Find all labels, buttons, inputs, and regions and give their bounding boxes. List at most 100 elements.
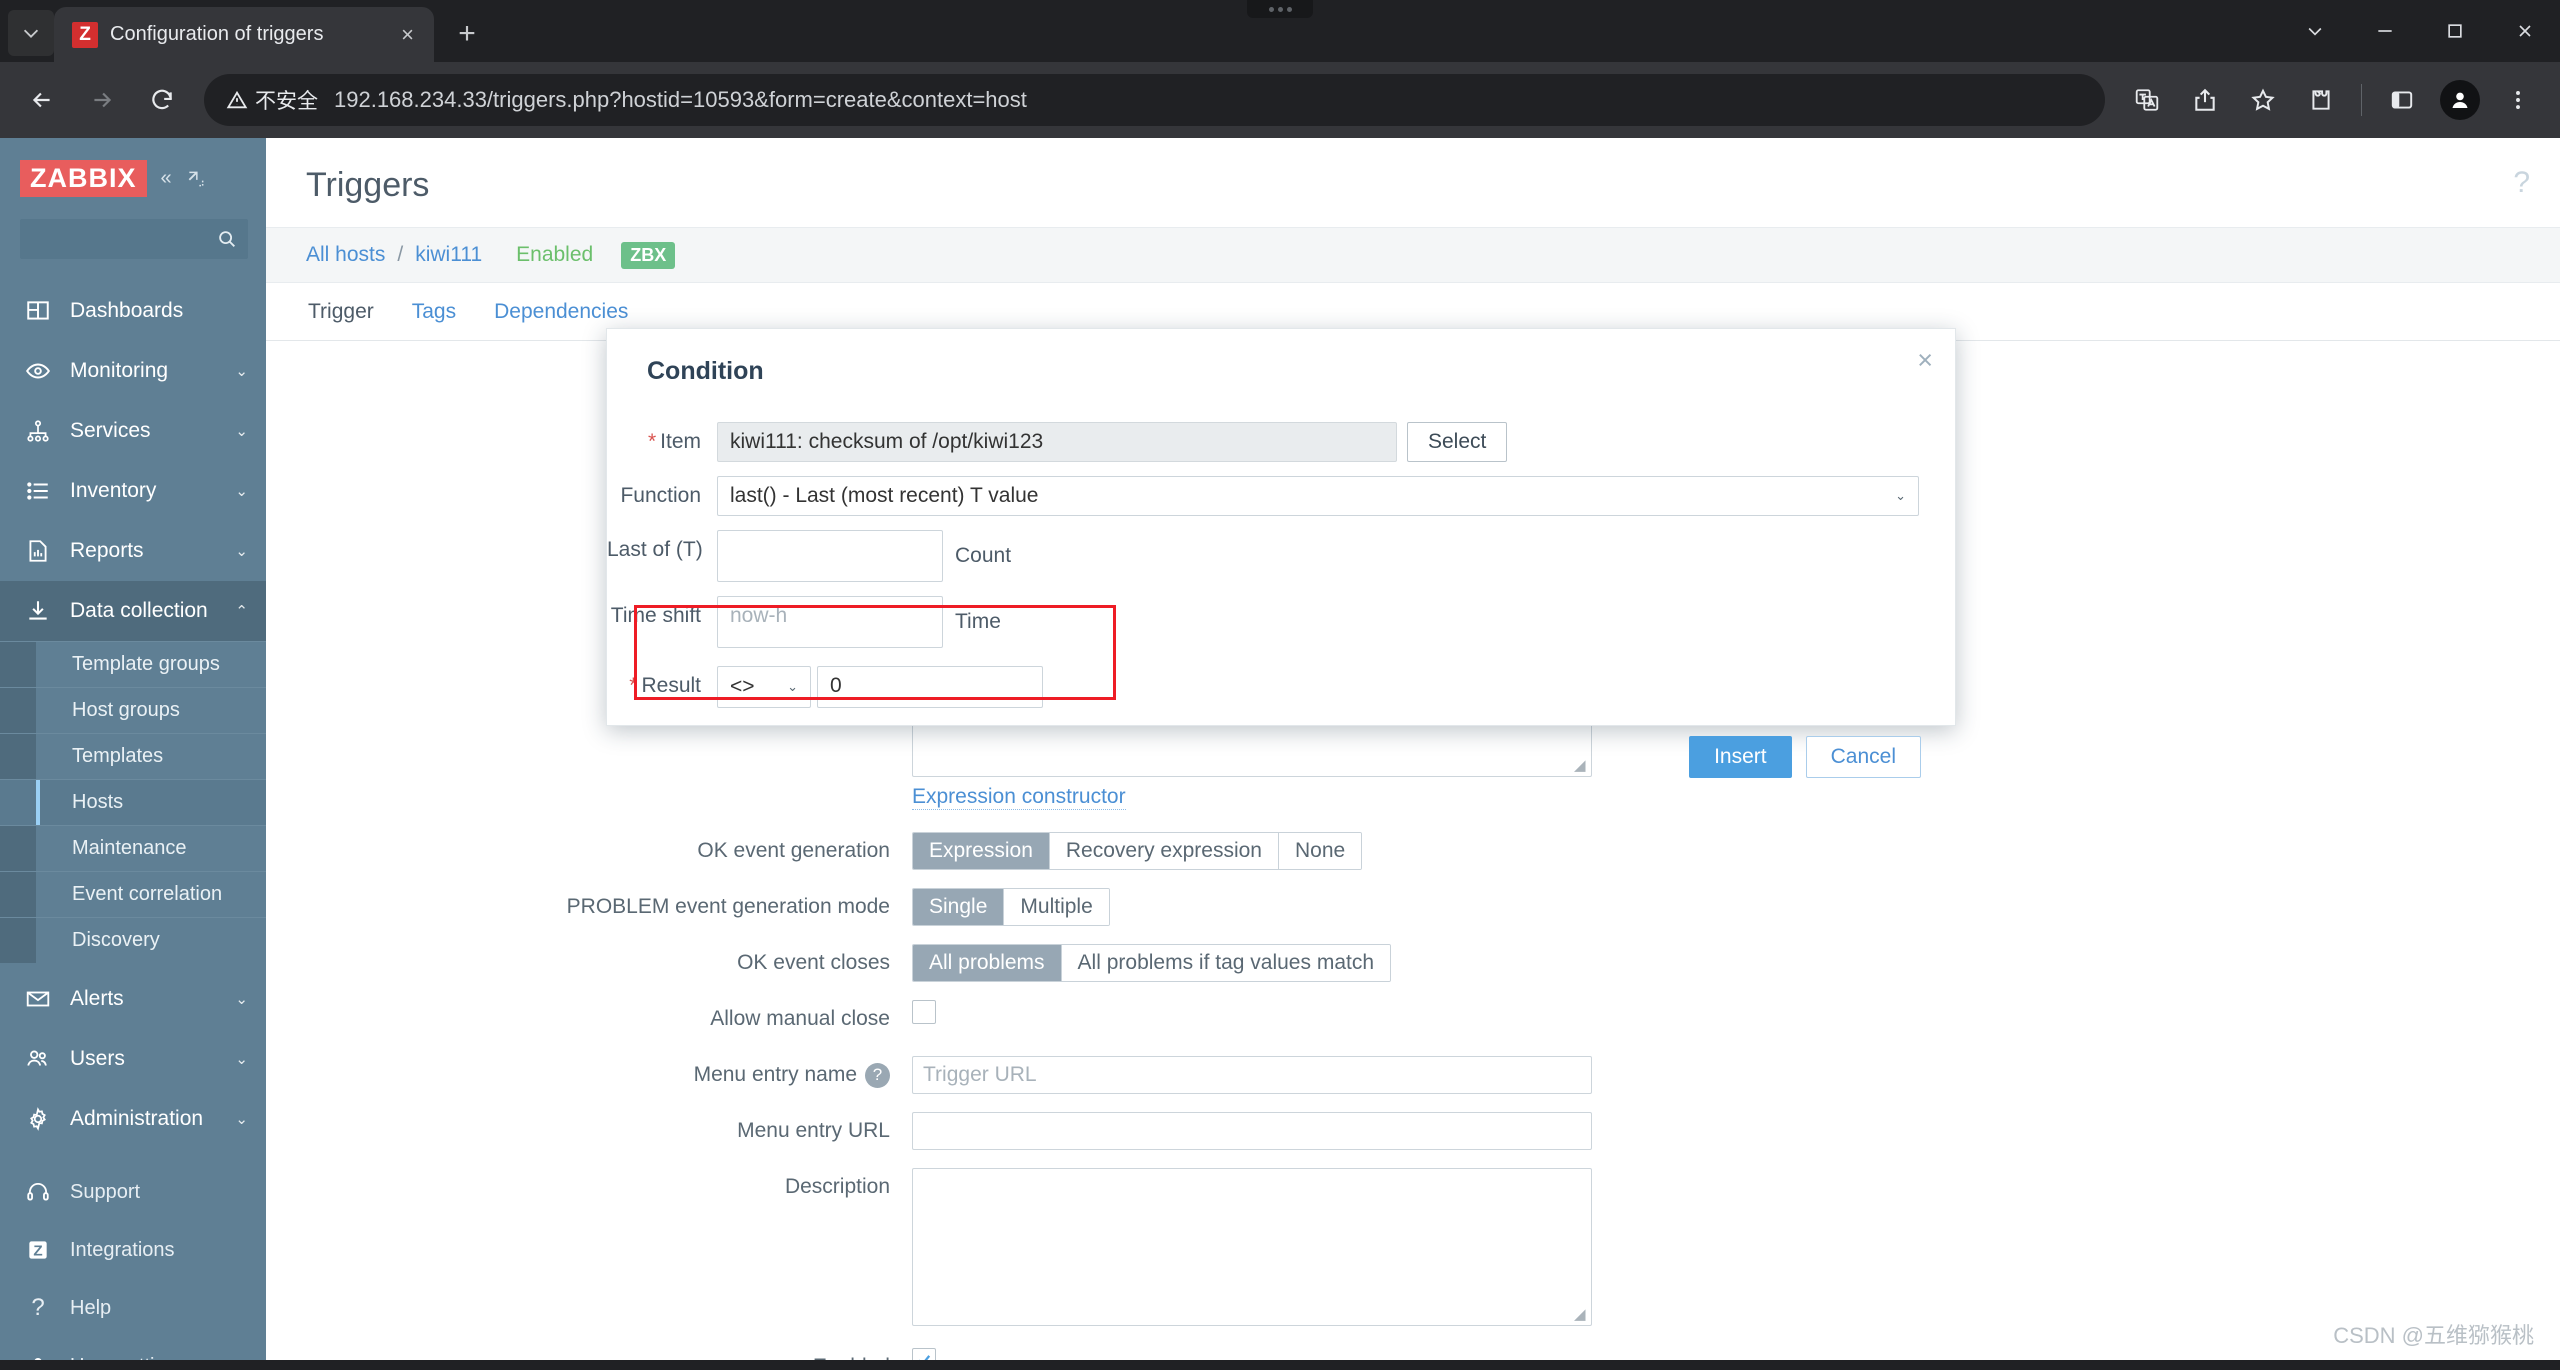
time-shift-input[interactable]: now-h xyxy=(717,596,943,648)
sidebar-item-administration[interactable]: Administration ⌄ xyxy=(0,1089,266,1149)
sidebar-collapse-button[interactable]: « xyxy=(161,167,172,190)
sidebar-item-inventory[interactable]: Inventory ⌄ xyxy=(0,461,266,521)
sidebar-hide-button[interactable] xyxy=(186,169,206,189)
sidebar-item-event-correlation[interactable]: Event correlation xyxy=(0,871,266,917)
label-text: Menu entry name xyxy=(693,1063,857,1086)
security-indicator[interactable]: 不安全 xyxy=(226,85,324,115)
maximize-button[interactable] xyxy=(2420,0,2490,62)
zabbix-sidebar: ZABBIX « Dashboards Monitoring ⌄ Service… xyxy=(0,138,266,1360)
last-of-t-input[interactable] xyxy=(717,530,943,582)
problem-mode-option-single[interactable]: Single xyxy=(913,889,1005,925)
form-row-ok-event-generation: OK event generation Expression Recovery … xyxy=(266,832,2560,870)
search-input[interactable] xyxy=(30,219,216,259)
problem-event-generation-segmented[interactable]: Single Multiple xyxy=(912,888,1110,926)
sidebar-item-data-collection[interactable]: Data collection ⌃ xyxy=(0,581,266,641)
translate-button[interactable] xyxy=(2119,72,2175,128)
minimize-button[interactable] xyxy=(2350,0,2420,62)
status-badge-enabled[interactable]: Enabled xyxy=(516,243,593,267)
result-operator-select[interactable]: <> ⌄ xyxy=(717,666,811,708)
sidebar-item-maintenance[interactable]: Maintenance xyxy=(0,825,266,871)
zbx-availability-badge[interactable]: ZBX xyxy=(621,241,676,269)
forward-arrow-icon xyxy=(94,92,112,108)
close-window-button[interactable] xyxy=(2490,0,2560,62)
label-description: Description xyxy=(784,1175,890,1198)
label-function: Function xyxy=(620,484,701,507)
sidebar-item-hosts[interactable]: Hosts xyxy=(0,779,266,825)
allow-manual-close-checkbox[interactable] xyxy=(912,1000,936,1024)
envelope-icon xyxy=(24,985,52,1013)
ok-event-generation-segmented[interactable]: Expression Recovery expression None xyxy=(912,832,1363,870)
sidebar-item-alerts[interactable]: Alerts ⌄ xyxy=(0,969,266,1029)
sidebar-item-templates[interactable]: Templates xyxy=(0,733,266,779)
sidebar-item-user-settings[interactable]: User settings ⌄ xyxy=(0,1337,266,1360)
breadcrumb-host[interactable]: kiwi111 xyxy=(415,243,482,267)
tab-overflow-button[interactable] xyxy=(2280,0,2350,62)
address-bar[interactable]: 不安全 192.168.234.33/triggers.php?hostid=1… xyxy=(204,74,2105,126)
profile-button[interactable] xyxy=(2432,72,2488,128)
ok-event-generation-option-expression[interactable]: Expression xyxy=(913,833,1050,869)
item-input[interactable]: kiwi111: checksum of /opt/kiwi123 xyxy=(717,422,1397,462)
sidebar-item-discovery[interactable]: Discovery xyxy=(0,917,266,963)
reload-button[interactable] xyxy=(134,72,190,128)
select-item-button[interactable]: Select xyxy=(1407,422,1508,462)
cancel-button[interactable]: Cancel xyxy=(1805,736,1921,778)
sidebar-search[interactable] xyxy=(20,219,248,259)
tab-dependencies[interactable]: Dependencies xyxy=(494,300,628,324)
enabled-checkbox[interactable] xyxy=(912,1348,936,1360)
toolbar-actions xyxy=(2119,72,2546,128)
sidebar-item-help[interactable]: ? Help xyxy=(0,1279,266,1337)
ok-event-generation-option-none[interactable]: None xyxy=(1278,833,1362,869)
window-drag-handle[interactable] xyxy=(1247,0,1313,18)
tab-tags[interactable]: Tags xyxy=(412,300,456,324)
sidebar-item-integrations[interactable]: Z Integrations xyxy=(0,1221,266,1279)
function-select[interactable]: last() - Last (most recent) T value ⌄ xyxy=(717,476,1919,516)
ok-event-closes-segmented[interactable]: All problems All problems if tag values … xyxy=(912,944,1392,982)
bookmark-star-icon xyxy=(2251,88,2275,111)
sidebar-header: ZABBIX « xyxy=(0,138,266,211)
ok-event-closes-option-all-problems[interactable]: All problems xyxy=(913,945,1062,981)
insert-button[interactable]: Insert xyxy=(1689,736,1792,778)
description-textarea[interactable]: ◢ xyxy=(912,1168,1592,1326)
maximize-icon xyxy=(2448,24,2462,38)
help-question-icon[interactable]: ? xyxy=(2513,166,2530,200)
side-panel-button[interactable] xyxy=(2374,72,2430,128)
sidebar-item-users[interactable]: Users ⌄ xyxy=(0,1029,266,1089)
svg-text:Z: Z xyxy=(33,1242,42,1259)
resize-grip-icon[interactable]: ◢ xyxy=(1574,1307,1588,1323)
tab-trigger[interactable]: Trigger xyxy=(308,300,374,324)
avatar[interactable] xyxy=(2440,80,2480,120)
condition-row-function: Function last() - Last (most recent) T v… xyxy=(607,476,1921,516)
sidebar-item-reports[interactable]: Reports ⌄ xyxy=(0,521,266,581)
more-menu-button[interactable] xyxy=(2490,72,2546,128)
extensions-button[interactable] xyxy=(2293,72,2349,128)
question-icon: ? xyxy=(31,1294,45,1321)
watermark: CSDN @五维猕猴桃 xyxy=(2333,1323,2534,1348)
sidebar-item-dashboards[interactable]: Dashboards xyxy=(0,281,266,341)
expression-constructor-link[interactable]: Expression constructor xyxy=(912,785,1126,810)
sidebar-item-template-groups[interactable]: Template groups xyxy=(0,641,266,687)
breadcrumb-all-hosts[interactable]: All hosts xyxy=(306,243,385,267)
browser-toolbar: 不安全 192.168.234.33/triggers.php?hostid=1… xyxy=(0,62,2560,138)
close-icon[interactable]: × xyxy=(1917,347,1933,374)
tab-close-button[interactable]: × xyxy=(395,20,420,50)
ok-event-closes-option-tag-values-match[interactable]: All problems if tag values match xyxy=(1061,945,1391,981)
new-tab-button[interactable]: + xyxy=(444,11,490,57)
share-button[interactable] xyxy=(2177,72,2233,128)
ok-event-generation-option-recovery-expression[interactable]: Recovery expression xyxy=(1049,833,1279,869)
result-value-input[interactable]: 0 xyxy=(817,666,1043,708)
zabbix-logo[interactable]: ZABBIX xyxy=(20,160,147,197)
menu-entry-url-input[interactable] xyxy=(912,1112,1592,1150)
sidebar-item-support[interactable]: Support xyxy=(0,1163,266,1221)
browser-tab[interactable]: Z Configuration of triggers × xyxy=(54,7,434,62)
sidebar-item-monitoring[interactable]: Monitoring ⌄ xyxy=(0,341,266,401)
tab-search-button[interactable] xyxy=(8,10,54,56)
sidebar-label: Integrations xyxy=(70,1238,175,1261)
help-tooltip-icon[interactable]: ? xyxy=(865,1062,890,1088)
sidebar-item-services[interactable]: Services ⌄ xyxy=(0,401,266,461)
problem-mode-option-multiple[interactable]: Multiple xyxy=(1004,889,1109,925)
menu-entry-name-input[interactable]: Trigger URL xyxy=(912,1056,1592,1094)
sidebar-item-host-groups[interactable]: Host groups xyxy=(0,687,266,733)
bookmark-button[interactable] xyxy=(2235,72,2291,128)
forward-button[interactable] xyxy=(74,72,130,128)
back-button[interactable] xyxy=(14,72,70,128)
